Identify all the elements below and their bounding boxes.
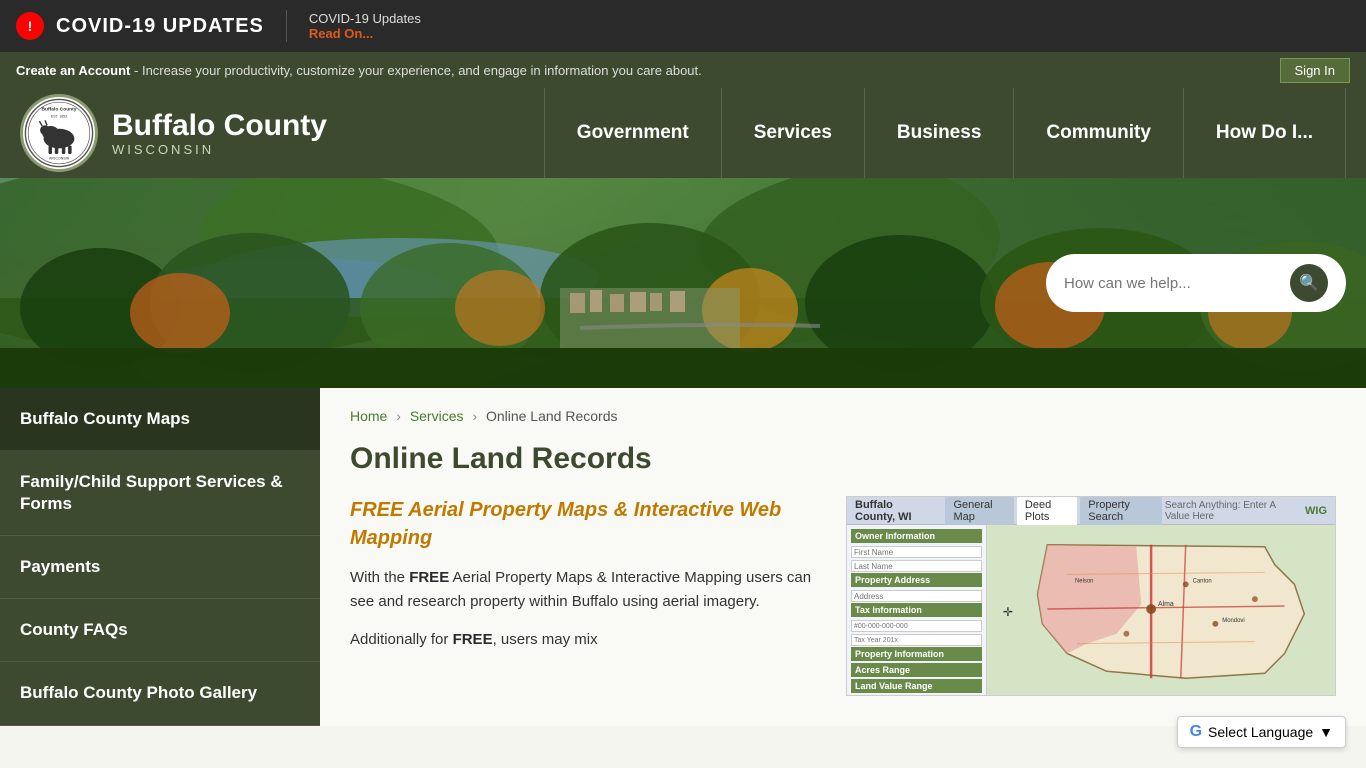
- map-tab-general[interactable]: General Map: [945, 497, 1013, 525]
- account-bar: Create an Account - Increase your produc…: [0, 52, 1366, 88]
- account-bar-text: Create an Account - Increase your produc…: [16, 63, 702, 78]
- sidebar-item-photo-gallery[interactable]: Buffalo County Photo Gallery: [0, 662, 320, 725]
- map-brand: WIG: [1305, 505, 1327, 517]
- logo-area[interactable]: Buffalo County EST. 1853 WISCONSIN Buffa…: [20, 94, 327, 172]
- covid-read-on-link[interactable]: Read On...: [309, 26, 421, 41]
- covid-title: COVID-19 UPDATES: [56, 15, 264, 38]
- page-body: FREE Aerial Property Maps & Interactive …: [350, 496, 1336, 696]
- sidebar-item-county-faqs[interactable]: County FAQs: [0, 599, 320, 662]
- hero-banner: 🔍: [0, 178, 1366, 388]
- map-svg: Alma Canton Mondovi Nelson ✛: [987, 525, 1335, 695]
- svg-text:WISCONSIN: WISCONSIN: [49, 157, 70, 161]
- county-seal-svg: Buffalo County EST. 1853 WISCONSIN: [24, 98, 94, 168]
- free-bold-2: FREE: [453, 631, 493, 648]
- nav-business[interactable]: Business: [865, 88, 1014, 178]
- map-header-bar: Buffalo County, WI General Map Deed Plot…: [847, 497, 1335, 525]
- body-paragraph-1: With the FREE Aerial Property Maps & Int…: [350, 566, 822, 614]
- search-box: 🔍: [1046, 254, 1346, 312]
- map-mockup: Buffalo County, WI General Map Deed Plot…: [846, 496, 1336, 696]
- svg-text:Buffalo County: Buffalo County: [41, 107, 76, 113]
- map-field-taxyear[interactable]: [851, 634, 982, 646]
- nav-services[interactable]: Services: [722, 88, 865, 178]
- free-heading-text: FREE Aerial Property Maps & Interactive …: [350, 499, 781, 549]
- map-search-hint: Search Anything: Enter A Value Here: [1165, 500, 1299, 522]
- sidebar-item-payments[interactable]: Payments: [0, 536, 320, 599]
- sidebar-item-maps[interactable]: Buffalo County Maps: [0, 388, 320, 451]
- main-content: Home › Services › Online Land Records On…: [320, 388, 1366, 726]
- free-bold-1: FREE: [409, 569, 449, 586]
- covid-divider: [286, 10, 287, 42]
- svg-text:Nelson: Nelson: [1075, 578, 1093, 584]
- sidebar-item-family-child[interactable]: Family/Child Support Services & Forms: [0, 451, 320, 536]
- breadcrumb-sep2: ›: [472, 408, 477, 424]
- account-bar-description: - Increase your productivity, customize …: [134, 63, 702, 78]
- covid-text-block: COVID-19 Updates Read On...: [309, 11, 421, 41]
- svg-text:EST. 1853: EST. 1853: [51, 115, 67, 119]
- map-body: Owner Information Property Address Tax I…: [847, 525, 1335, 695]
- svg-text:Mondovi: Mondovi: [1222, 618, 1244, 624]
- select-language-widget[interactable]: G Select Language ▼: [1177, 716, 1346, 748]
- sidebar: Buffalo County Maps Family/Child Support…: [0, 388, 320, 726]
- nav-how-do-i[interactable]: How Do I...: [1184, 88, 1346, 178]
- svg-text:Canton: Canton: [1193, 578, 1212, 584]
- map-field-parcel[interactable]: [851, 620, 982, 632]
- map-panel-land-value: Land Value Range: [851, 679, 982, 693]
- search-input[interactable]: [1064, 275, 1282, 292]
- free-heading: FREE Aerial Property Maps & Interactive …: [350, 496, 822, 552]
- page-text: FREE Aerial Property Maps & Interactive …: [350, 496, 822, 696]
- nav-government[interactable]: Government: [544, 88, 722, 178]
- svg-text:✛: ✛: [1003, 605, 1013, 619]
- page-image: Buffalo County, WI General Map Deed Plot…: [846, 496, 1336, 696]
- search-button[interactable]: 🔍: [1290, 264, 1328, 302]
- map-field-first[interactable]: [851, 546, 982, 558]
- map-field-address[interactable]: [851, 590, 982, 602]
- site-header: Buffalo County EST. 1853 WISCONSIN Buffa…: [0, 88, 1366, 178]
- search-overlay: 🔍: [1046, 254, 1346, 312]
- map-location-label: Buffalo County, WI: [855, 499, 935, 523]
- search-icon: 🔍: [1299, 273, 1319, 293]
- map-panel-tax: Tax Information: [851, 603, 982, 617]
- map-panel-acres: Acres Range: [851, 663, 982, 677]
- select-language-label: Select Language: [1208, 724, 1313, 740]
- map-tab-property[interactable]: Property Search: [1080, 497, 1162, 525]
- map-panel-improvement: Improvement Value Range: [851, 695, 982, 696]
- covid-icon: !: [16, 12, 44, 40]
- map-tab-deed[interactable]: Deed Plots: [1017, 497, 1077, 525]
- breadcrumb-home[interactable]: Home: [350, 408, 387, 424]
- breadcrumb-services[interactable]: Services: [410, 408, 464, 424]
- google-translate-icon: G: [1190, 723, 1202, 741]
- breadcrumb-current: Online Land Records: [486, 408, 618, 424]
- language-dropdown-arrow: ▼: [1319, 724, 1333, 740]
- map-field-last[interactable]: [851, 560, 982, 572]
- breadcrumb: Home › Services › Online Land Records: [350, 408, 1336, 424]
- map-area: Alma Canton Mondovi Nelson ✛: [987, 525, 1335, 695]
- sign-in-button[interactable]: Sign In: [1280, 58, 1350, 83]
- site-name: Buffalo County: [112, 109, 327, 142]
- map-panel-address: Property Address: [851, 573, 982, 587]
- nav-community[interactable]: Community: [1014, 88, 1184, 178]
- site-title: Buffalo County WISCONSIN: [112, 109, 327, 157]
- svg-text:Alma: Alma: [1158, 601, 1174, 608]
- covid-bar: ! COVID-19 UPDATES COVID-19 Updates Read…: [0, 0, 1366, 52]
- main-nav: Government Services Business Community H…: [544, 88, 1346, 178]
- map-sidebar-panel: Owner Information Property Address Tax I…: [847, 525, 987, 695]
- breadcrumb-sep1: ›: [396, 408, 401, 424]
- covid-update-label: COVID-19 Updates: [309, 11, 421, 26]
- create-account-link[interactable]: Create an Account: [16, 63, 130, 78]
- body-paragraph-2: Additionally for FREE, users may mix: [350, 628, 822, 652]
- body-paragraph-2-text: , users may mix: [493, 631, 598, 648]
- map-panel-owner: Owner Information: [851, 529, 982, 543]
- logo-circle: Buffalo County EST. 1853 WISCONSIN: [20, 94, 98, 172]
- page-title: Online Land Records: [350, 442, 1336, 476]
- site-subtitle: WISCONSIN: [112, 142, 327, 157]
- content-area: Buffalo County Maps Family/Child Support…: [0, 388, 1366, 726]
- map-panel-property-info: Property Information: [851, 647, 982, 661]
